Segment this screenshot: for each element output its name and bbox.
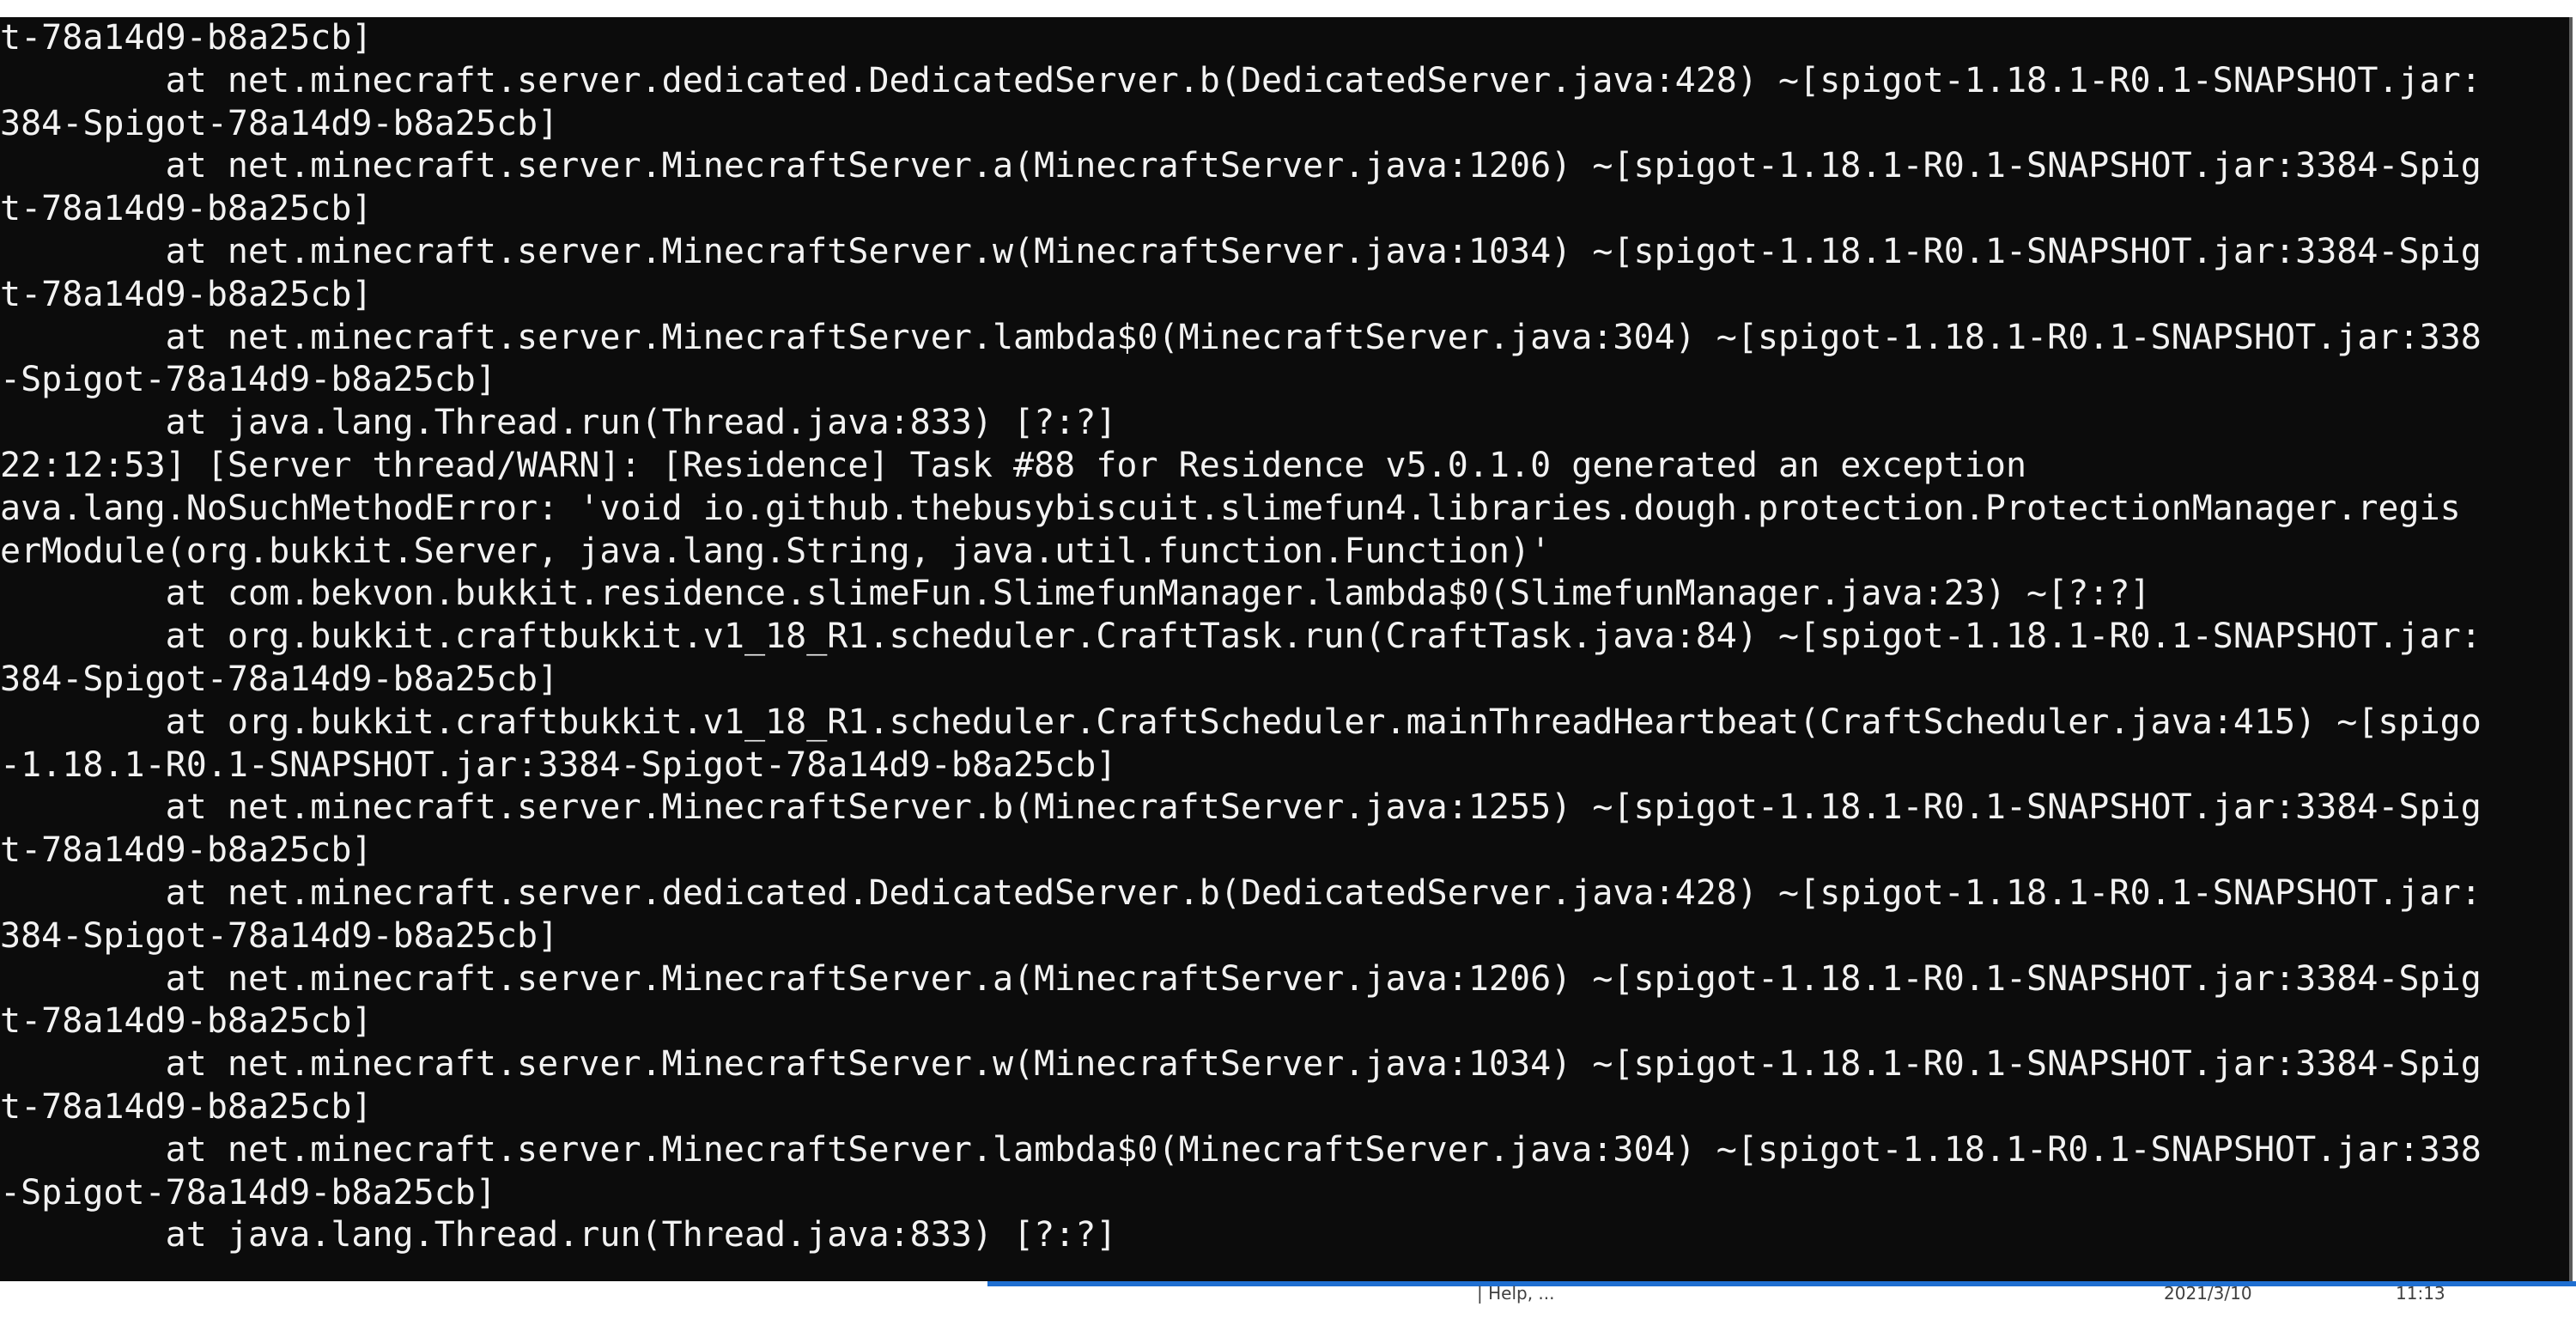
console-line: at net.minecraft.server.MinecraftServer.… xyxy=(0,787,2482,828)
console-line-warning-header: 22:12:53] [Server thread/WARN]: [Residen… xyxy=(0,445,2027,485)
console-line: t-78a14d9-b8a25cb] xyxy=(0,1086,373,1127)
console-line: at net.minecraft.server.MinecraftServer.… xyxy=(0,1129,2482,1170)
taskbar-accent-bar xyxy=(987,1281,2576,1286)
console-line: 384-Spigot-78a14d9-b8a25cb] xyxy=(0,915,559,956)
console-line: t-78a14d9-b8a25cb] xyxy=(0,830,373,871)
console-line: at net.minecraft.server.dedicated.Dedica… xyxy=(0,60,2482,100)
taskbar-date[interactable]: 2021/3/10 xyxy=(2164,1283,2252,1304)
console-line: t-78a14d9-b8a25cb] xyxy=(0,274,373,314)
console-line: erModule(org.bukkit.Server, java.lang.St… xyxy=(0,531,1552,571)
console-line: -Spigot-78a14d9-b8a25cb] xyxy=(0,360,496,400)
console-line: at net.minecraft.server.MinecraftServer.… xyxy=(0,231,2482,271)
taskbar-item-label[interactable]: | Help, ... xyxy=(1477,1283,1554,1304)
console-line: at net.minecraft.server.dedicated.Dedica… xyxy=(0,872,2482,913)
console-line: at net.minecraft.server.MinecraftServer.… xyxy=(0,958,2482,999)
console-output: t-78a14d9-b8a25cb] at net.minecraft.serv… xyxy=(0,17,2482,1257)
console-line: -Spigot-78a14d9-b8a25cb] xyxy=(0,1172,496,1213)
console-line: at org.bukkit.craftbukkit.v1_18_R1.sched… xyxy=(0,702,2482,742)
taskbar: | Help, ... 2021/3/10 11:13 xyxy=(0,1281,2576,1319)
console-line: at net.minecraft.server.MinecraftServer.… xyxy=(0,146,2482,186)
console-line: at java.lang.Thread.run(Thread.java:833)… xyxy=(0,403,1117,443)
console-line: at com.bekvon.bukkit.residence.slimeFun.… xyxy=(0,574,2151,614)
taskbar-time[interactable]: 11:13 xyxy=(2396,1283,2445,1304)
console-line-exception: ava.lang.NoSuchMethodError: 'void io.git… xyxy=(0,488,2461,528)
console-line: at net.minecraft.server.MinecraftServer.… xyxy=(0,317,2482,357)
screen: t-78a14d9-b8a25cb] at net.minecraft.serv… xyxy=(0,0,2576,1319)
console-line: 384-Spigot-78a14d9-b8a25cb] xyxy=(0,103,559,143)
console-line: 384-Spigot-78a14d9-b8a25cb] xyxy=(0,659,559,699)
console-line: t-78a14d9-b8a25cb] xyxy=(0,18,373,58)
console-line: at net.minecraft.server.MinecraftServer.… xyxy=(0,1044,2482,1085)
console-line: -1.18.1-R0.1-SNAPSHOT.jar:3384-Spigot-78… xyxy=(0,745,1117,785)
console-scrollbar[interactable] xyxy=(2569,17,2573,1281)
console-line: t-78a14d9-b8a25cb] xyxy=(0,189,373,229)
console-line: t-78a14d9-b8a25cb] xyxy=(0,1001,373,1042)
console-window[interactable]: t-78a14d9-b8a25cb] at net.minecraft.serv… xyxy=(0,17,2573,1281)
console-line: at java.lang.Thread.run(Thread.java:833)… xyxy=(0,1215,1117,1255)
console-line: at org.bukkit.craftbukkit.v1_18_R1.sched… xyxy=(0,617,2482,657)
